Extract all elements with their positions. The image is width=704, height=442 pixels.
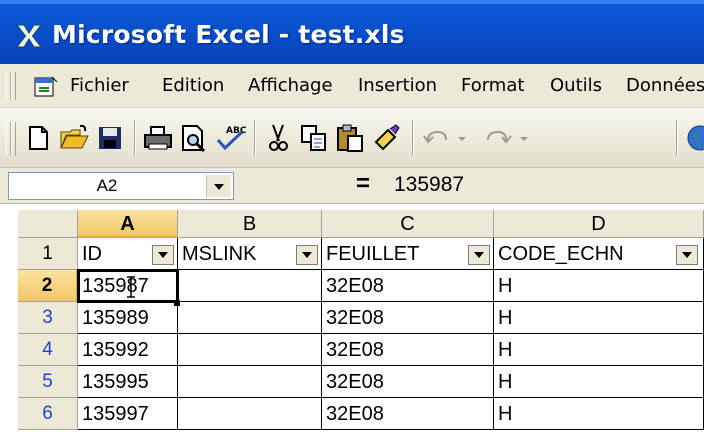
formula-input[interactable]: 135987 xyxy=(394,173,464,197)
globe-icon[interactable] xyxy=(684,122,704,154)
toolbar-separator-2 xyxy=(254,120,255,156)
cell-c5[interactable]: 32E08 xyxy=(322,366,494,398)
svg-text:ABC: ABC xyxy=(226,126,246,136)
document-icon[interactable] xyxy=(34,76,58,98)
cell-d1-text: CODE_ECHN xyxy=(498,243,624,265)
toolbar-separator-3 xyxy=(412,120,413,156)
window-title: Microsoft Excel - test.xls xyxy=(52,20,405,49)
autofilter-dropdown-a[interactable] xyxy=(152,245,174,265)
cell-c6[interactable]: 32E08 xyxy=(322,398,494,430)
name-box-value: A2 xyxy=(96,176,118,195)
copy-icon[interactable] xyxy=(298,122,330,154)
row-header-5[interactable]: 5 xyxy=(18,366,78,398)
paste-icon[interactable] xyxy=(334,122,366,154)
name-box[interactable]: A2 xyxy=(8,172,234,200)
cell-a6[interactable]: 135997 xyxy=(78,398,178,430)
cell-c1-text: FEUILLET xyxy=(326,243,420,265)
menu-format[interactable]: Format xyxy=(461,75,524,96)
cell-b5[interactable] xyxy=(178,366,322,398)
row-header-4[interactable]: 4 xyxy=(18,334,78,366)
autofilter-dropdown-d[interactable] xyxy=(676,245,698,265)
cell-a1[interactable]: ID xyxy=(78,238,178,270)
standard-toolbar: ABC xyxy=(0,108,704,168)
autofilter-dropdown-b[interactable] xyxy=(296,245,318,265)
cell-c1[interactable]: FEUILLET xyxy=(322,238,494,270)
cell-d1[interactable]: CODE_ECHN xyxy=(494,238,704,270)
cell-b1[interactable]: MSLINK xyxy=(178,238,322,270)
cell-d5[interactable]: H xyxy=(494,366,704,398)
print-preview-icon[interactable] xyxy=(178,122,210,154)
formula-bar: A2 = 135987 xyxy=(0,168,704,204)
cell-a4[interactable]: 135992 xyxy=(78,334,178,366)
row-header-3[interactable]: 3 xyxy=(18,302,78,334)
cell-d2[interactable]: H xyxy=(494,270,704,302)
spelling-icon[interactable]: ABC xyxy=(214,122,246,154)
excel-x-icon xyxy=(15,24,43,48)
new-icon[interactable] xyxy=(22,122,54,154)
menu-bar: Fichier Edition Affichage Insertion Form… xyxy=(0,64,704,108)
autofilter-dropdown-c[interactable] xyxy=(468,245,490,265)
cell-b4[interactable] xyxy=(178,334,322,366)
menu-insertion[interactable]: Insertion xyxy=(358,75,437,96)
name-box-dropdown[interactable] xyxy=(206,175,231,197)
cut-icon[interactable] xyxy=(262,122,294,154)
cell-a5[interactable]: 135995 xyxy=(78,366,178,398)
cell-d3[interactable]: H xyxy=(494,302,704,334)
menu-grip-2 xyxy=(11,72,16,100)
toolbar-separator xyxy=(134,120,135,156)
cell-c2[interactable]: 32E08 xyxy=(322,270,494,302)
menu-outils[interactable]: Outils xyxy=(550,75,602,96)
undo-icon[interactable] xyxy=(420,122,476,154)
menu-donnees[interactable]: Données xyxy=(626,75,704,96)
column-header-d[interactable]: D xyxy=(494,210,704,238)
column-header-c[interactable]: C xyxy=(322,210,494,238)
cell-b2[interactable] xyxy=(178,270,322,302)
cell-cursor-icon xyxy=(127,276,135,298)
toolbar-grip-2 xyxy=(11,122,16,156)
cell-a3[interactable]: 135989 xyxy=(78,302,178,334)
cell-b3[interactable] xyxy=(178,302,322,334)
title-bar[interactable]: Microsoft Excel - test.xls xyxy=(0,0,704,64)
select-all-corner[interactable] xyxy=(18,210,78,238)
menu-edition[interactable]: Edition xyxy=(162,75,224,96)
cell-c4[interactable]: 32E08 xyxy=(322,334,494,366)
save-icon[interactable] xyxy=(94,122,126,154)
menu-affichage[interactable]: Affichage xyxy=(248,75,333,96)
cell-d4[interactable]: H xyxy=(494,334,704,366)
redo-icon[interactable] xyxy=(482,122,538,154)
spreadsheet-grid: A B C D 1 ID MSLINK FEUILLET CODE_ECHN 2… xyxy=(0,204,704,442)
format-painter-icon[interactable] xyxy=(370,122,402,154)
cell-b6[interactable] xyxy=(178,398,322,430)
row-header-1[interactable]: 1 xyxy=(18,238,78,270)
row-header-2[interactable]: 2 xyxy=(18,270,78,302)
column-header-b[interactable]: B xyxy=(178,210,322,238)
cell-a1-text: ID xyxy=(82,243,102,265)
menu-fichier[interactable]: Fichier xyxy=(70,75,129,96)
row-header-6[interactable]: 6 xyxy=(18,398,78,430)
column-header-a[interactable]: A xyxy=(78,210,178,238)
toolbar-separator-4 xyxy=(676,120,677,156)
cell-c3[interactable]: 32E08 xyxy=(322,302,494,334)
print-icon[interactable] xyxy=(142,122,174,154)
cell-b1-text: MSLINK xyxy=(182,243,257,265)
open-icon[interactable] xyxy=(58,122,90,154)
chevron-down-icon xyxy=(214,184,224,190)
cell-d6[interactable]: H xyxy=(494,398,704,430)
fill-handle[interactable] xyxy=(174,300,180,306)
formula-equals[interactable]: = xyxy=(356,170,370,198)
